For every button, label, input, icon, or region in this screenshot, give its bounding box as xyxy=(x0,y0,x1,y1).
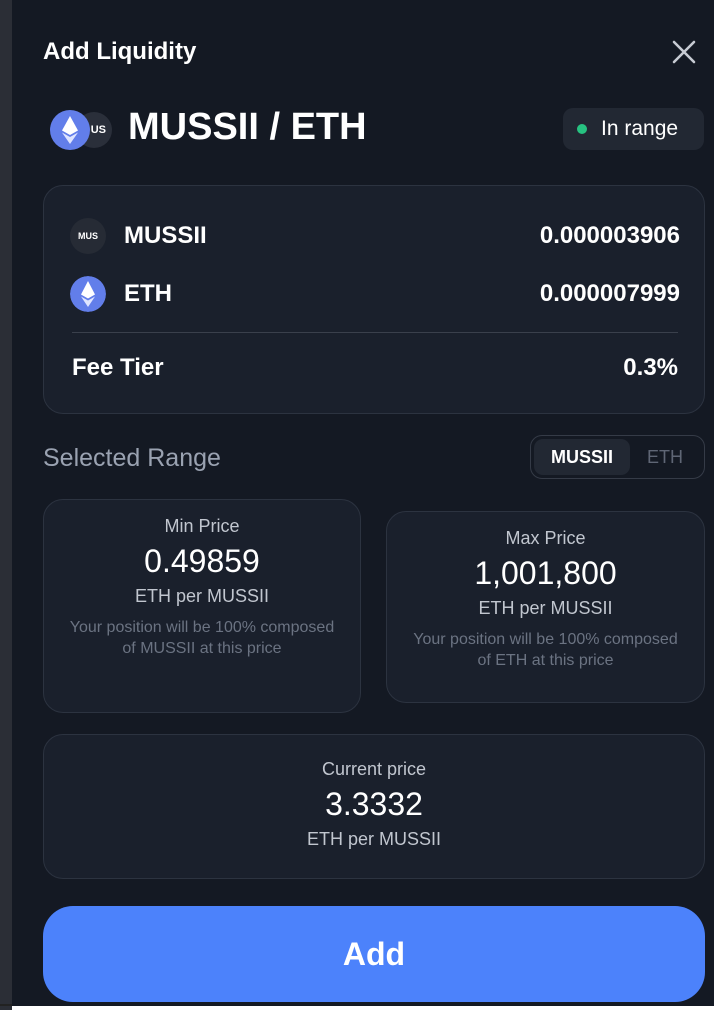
min-price-unit: ETH per MUSSII xyxy=(134,586,270,606)
price-denomination-toggle: MUSSII ETH xyxy=(530,435,705,479)
fee-tier-value: 0.3% xyxy=(623,354,678,381)
current-price-label: Current price xyxy=(321,759,427,779)
modal-title: Add Liquidity xyxy=(43,38,197,65)
toggle-option-mussii[interactable]: MUSSII xyxy=(534,439,630,475)
add-button[interactable]: Add xyxy=(43,906,705,1002)
background-page-strip xyxy=(0,0,12,1010)
fee-tier-label: Fee Tier xyxy=(72,354,164,381)
close-icon[interactable] xyxy=(668,36,700,68)
range-status-text: In range xyxy=(601,117,679,140)
token-row-eth: ETH 0.000007999 xyxy=(70,274,680,314)
current-price-value: 3.3332 xyxy=(325,786,423,822)
min-price-note: Your position will be 100% composed of M… xyxy=(69,619,335,657)
max-price-value: 1,001,800 xyxy=(474,555,617,591)
max-price-unit: ETH per MUSSII xyxy=(478,598,613,618)
current-price-unit: ETH per MUSSII xyxy=(306,829,442,849)
fee-tier-row: Fee Tier 0.3% xyxy=(72,354,678,382)
toggle-option-eth[interactable]: ETH xyxy=(630,439,700,475)
max-price-label: Max Price xyxy=(505,528,586,548)
eth-icon xyxy=(50,110,90,150)
position-tokens-card: MUS MUSSII 0.000003906 ETH 0.000007999 F… xyxy=(43,185,705,414)
status-dot-icon xyxy=(577,124,587,134)
pair-name: MUSSII / ETH xyxy=(128,106,367,148)
mussii-token-icon: MUS xyxy=(70,218,106,254)
card-divider xyxy=(72,332,678,333)
add-liquidity-modal: Add Liquidity US MUSSII / ETH In range M… xyxy=(12,0,714,1006)
min-price-card: Min Price 0.49859 ETH per MUSSII Your po… xyxy=(43,499,361,713)
max-price-card: Max Price 1,001,800 ETH per MUSSII Your … xyxy=(386,511,705,703)
max-price-note: Your position will be 100% composed of E… xyxy=(413,631,678,669)
min-price-label: Min Price xyxy=(164,516,240,536)
selected-range-title: Selected Range xyxy=(43,444,221,472)
token-amount: 0.000007999 xyxy=(539,280,680,307)
range-status-badge: In range xyxy=(563,108,704,150)
min-price-value: 0.49859 xyxy=(144,543,260,579)
pair-token-icons: US xyxy=(50,110,116,150)
token-name: ETH xyxy=(124,280,172,307)
token-row-mussii: MUS MUSSII 0.000003906 xyxy=(70,216,680,256)
current-price-card: Current price 3.3332 ETH per MUSSII xyxy=(43,734,705,879)
token-name: MUSSII xyxy=(124,222,207,249)
eth-icon xyxy=(70,276,106,312)
token-amount: 0.000003906 xyxy=(539,222,680,249)
